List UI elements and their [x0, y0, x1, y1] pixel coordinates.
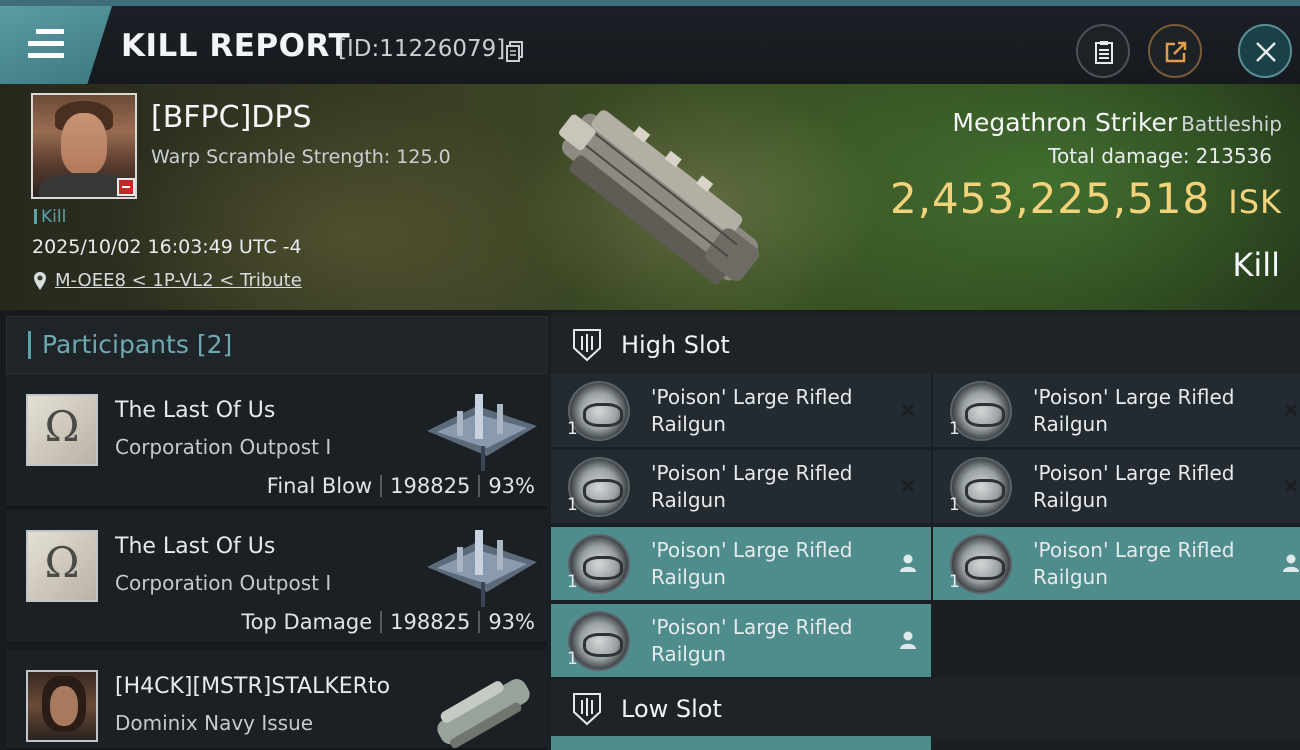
total-damage-label: Total damage:	[1048, 144, 1190, 168]
module-name: 'Poison' Large Rifled Railgun	[1033, 461, 1235, 512]
participant-stats: Top Damage 198825 93%	[241, 610, 535, 634]
title-bar: KILL REPORT [ID:11226079]	[0, 0, 1300, 84]
participant-role: Top Damage	[241, 610, 373, 634]
status-badge	[117, 178, 135, 196]
person-icon	[1283, 554, 1299, 572]
isk-unit: ISK	[1228, 183, 1282, 221]
warp-scramble-strength: Warp Scramble Strength: 125.0	[151, 146, 451, 168]
person-icon	[900, 554, 916, 572]
module-name: 'Poison' Large Rifled Railgun	[651, 538, 853, 589]
participant-card[interactable]: [H4CK][MSTR]STALKERto Dominix Navy Issue	[6, 650, 547, 750]
participants-title: Participants	[42, 330, 189, 359]
module-name: 'Poison' Large Rifled Railgun	[651, 461, 853, 512]
outpost-image	[427, 394, 537, 471]
participant-name: The Last Of Us	[115, 534, 276, 559]
high-slot-header: High Slot	[551, 314, 1300, 374]
participants-panel: Participants [2] Ω The Last Of Us Corpor…	[0, 310, 547, 750]
destroyed-icon: ×	[898, 398, 917, 423]
module-name: 'Poison' Large Rifled Railgun	[1033, 385, 1235, 436]
location-pin-icon	[34, 272, 46, 290]
participant-ship: Corporation Outpost I	[115, 435, 332, 459]
victim-name[interactable]: [BFPC]DPS	[151, 100, 312, 135]
participant-percent: 93%	[488, 610, 535, 634]
kill-result: Kill	[1232, 246, 1280, 284]
clipboard-icon	[1095, 41, 1113, 64]
module-item[interactable]	[551, 736, 931, 750]
kill-summary-banner: [BFPC]DPS Warp Scramble Strength: 125.0 …	[0, 84, 1300, 310]
ship-image	[437, 679, 530, 749]
omega-icon: Ω	[44, 538, 80, 587]
victim-ship[interactable]: Megathron Striker Battleship	[952, 108, 1282, 137]
module-qty: 1	[949, 495, 960, 515]
participants-count: [2]	[196, 330, 233, 359]
total-damage-value: 213536	[1195, 144, 1272, 168]
low-slot-header: Low Slot	[551, 678, 1300, 738]
person-icon	[900, 631, 916, 649]
module-qty: 1	[949, 419, 960, 439]
module-item[interactable]: 1 'Poison' Large Rifled Railgun	[551, 604, 931, 677]
corp-logo[interactable]: Ω	[26, 394, 98, 466]
module-qty: 1	[567, 495, 578, 515]
fitting-panel: High Slot 1 'Poison' Large Rifled Railgu…	[547, 310, 1300, 750]
close-button[interactable]	[1238, 24, 1292, 78]
isk-amount: 2,453,225,518	[889, 174, 1211, 223]
participant-damage: 198825	[390, 474, 471, 498]
module-name: 'Poison' Large Rifled Railgun	[651, 615, 853, 666]
participant-card[interactable]: Ω The Last Of Us Corporation Outpost I T…	[6, 510, 547, 644]
page-title: KILL REPORT	[121, 28, 351, 64]
module-item[interactable]: 1 'Poison' Large Rifled Railgun ×	[551, 450, 931, 523]
module-item[interactable]: 1 'Poison' Large Rifled Railgun	[933, 527, 1300, 600]
participant-card[interactable]: Ω The Last Of Us Corporation Outpost I F…	[6, 374, 547, 508]
pilot-portrait[interactable]	[26, 670, 98, 742]
participant-percent: 93%	[488, 474, 535, 498]
omega-icon: Ω	[44, 402, 80, 451]
module-qty: 1	[949, 572, 960, 592]
module-name: 'Poison' Large Rifled Railgun	[1033, 538, 1235, 589]
isk-value: 2,453,225,518 ISK	[890, 174, 1282, 223]
low-slot-label: Low Slot	[621, 695, 722, 723]
destroyed-icon: ×	[1281, 474, 1300, 499]
clipboard-button[interactable]	[1076, 24, 1130, 78]
module-item[interactable]: 1 'Poison' Large Rifled Railgun	[551, 527, 931, 600]
high-slot-icon	[573, 329, 601, 362]
ship-image	[559, 110, 760, 285]
close-icon	[1256, 42, 1276, 62]
participant-name: The Last Of Us	[115, 398, 276, 423]
destroyed-icon: ×	[1281, 398, 1300, 423]
participant-stats: Final Blow 198825 93%	[267, 474, 535, 498]
module-item[interactable]: 1 'Poison' Large Rifled Railgun ×	[933, 450, 1300, 523]
participant-ship: Corporation Outpost I	[115, 571, 332, 595]
module-qty: 1	[567, 649, 578, 669]
high-slot-label: High Slot	[621, 331, 730, 359]
low-slot-icon	[573, 693, 601, 726]
module-item[interactable]: 1 'Poison' Large Rifled Railgun ×	[933, 374, 1300, 447]
kill-tag: Kill	[34, 207, 66, 227]
participant-role: Final Blow	[266, 474, 373, 498]
menu-icon	[28, 29, 64, 59]
share-button[interactable]	[1148, 24, 1202, 78]
corp-logo[interactable]: Ω	[26, 530, 98, 602]
share-icon	[1165, 41, 1187, 63]
participant-name: [H4CK][MSTR]STALKERto	[115, 674, 391, 699]
kill-id: [ID:11226079]	[338, 36, 506, 62]
location-link[interactable]: M-OEE8 < 1P-VL2 < Tribute	[55, 270, 302, 291]
ship-name: Megathron Striker	[952, 108, 1178, 137]
participant-damage: 198825	[390, 610, 471, 634]
kill-datetime: 2025/10/02 16:03:49 UTC -4	[32, 236, 302, 258]
participant-ship: Dominix Navy Issue	[115, 711, 314, 735]
outpost-image	[427, 530, 537, 607]
total-damage: Total damage: 213536	[1048, 144, 1272, 168]
menu-button[interactable]	[0, 6, 112, 84]
ship-class: Battleship	[1181, 112, 1282, 136]
module-item[interactable]: 1 'Poison' Large Rifled Railgun ×	[551, 374, 931, 447]
participants-header: Participants [2]	[6, 316, 547, 374]
module-qty: 1	[567, 419, 578, 439]
module-qty: 1	[567, 572, 578, 592]
destroyed-icon: ×	[898, 474, 917, 499]
copy-icon[interactable]	[506, 41, 524, 63]
module-name: 'Poison' Large Rifled Railgun	[651, 385, 853, 436]
